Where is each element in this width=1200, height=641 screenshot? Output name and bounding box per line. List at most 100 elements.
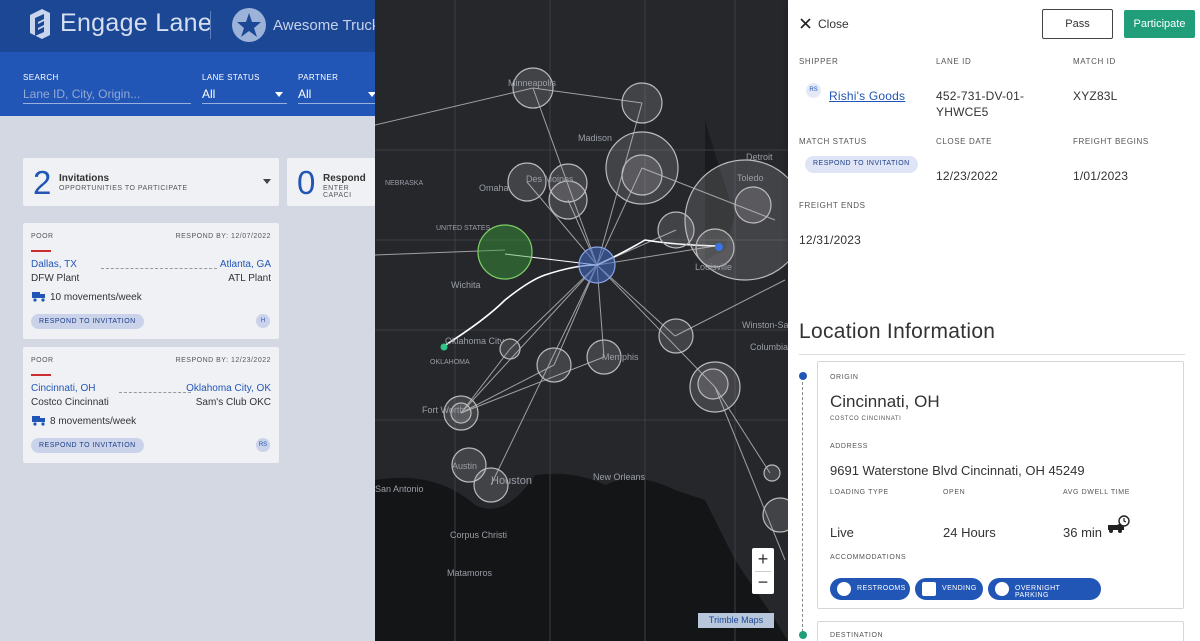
freight-begins-label: FREIGHT BEGINS bbox=[1073, 137, 1149, 146]
match-status-label: MATCH STATUS bbox=[799, 137, 867, 146]
map-label: Omaha bbox=[479, 183, 509, 193]
lane-id-line1: 452-731-DV-01- bbox=[936, 89, 1025, 103]
loading-type: Live bbox=[830, 525, 854, 540]
shipper-label: SHIPPER bbox=[799, 57, 839, 66]
restrooms-badge: RESTROOMS bbox=[830, 578, 910, 600]
open-label: OPEN bbox=[943, 489, 966, 496]
rating-bar bbox=[31, 374, 51, 376]
partner-label: PARTNER bbox=[298, 73, 339, 82]
map-label: Wichita bbox=[451, 280, 481, 290]
freight-begins: 1/01/2023 bbox=[1073, 169, 1129, 183]
map-label: Corpus Christi bbox=[450, 530, 507, 540]
heading-divider bbox=[799, 354, 1185, 355]
map-canvas[interactable]: Minneapolis Madison Detroit Omaha Des Mo… bbox=[375, 0, 788, 641]
map-label: New Orleans bbox=[593, 472, 646, 482]
parking-icon bbox=[995, 582, 1009, 596]
partner-select[interactable]: All bbox=[298, 84, 376, 104]
close-button[interactable]: Close bbox=[800, 16, 860, 32]
engage-lane-logo-icon bbox=[30, 9, 50, 39]
close-icon bbox=[800, 18, 811, 29]
respond-to-invitation-button[interactable]: RESPOND TO INVITATION bbox=[31, 438, 144, 453]
movements: 8 movements/week bbox=[50, 416, 137, 427]
loading-type-label: LOADING TYPE bbox=[830, 489, 889, 496]
restrooms-label: RESTROOMS bbox=[857, 585, 906, 592]
destination-label: DESTINATION bbox=[830, 632, 884, 639]
map-label: Oklahoma City bbox=[445, 336, 505, 346]
origin-city[interactable]: Cincinnati, OH bbox=[31, 383, 95, 394]
header-divider bbox=[210, 11, 211, 39]
origin-site: Costco Cincinnati bbox=[31, 397, 109, 408]
rating: POOR bbox=[31, 233, 54, 240]
address: 9691 Waterstone Blvd Cincinnati, OH 4524… bbox=[830, 463, 1085, 478]
zoom-in-button[interactable]: + bbox=[752, 548, 774, 570]
lane-status-select[interactable]: All bbox=[202, 84, 287, 104]
map-label: Des Moines bbox=[526, 174, 574, 184]
respond-to-invitation-button[interactable]: RESPOND TO INVITATION bbox=[31, 314, 144, 329]
origin-city[interactable]: Dallas, TX bbox=[31, 259, 77, 270]
route-line bbox=[101, 268, 217, 269]
map-label: Houston bbox=[491, 475, 532, 487]
origin-site: COSTCO CINCINNATI bbox=[830, 416, 902, 422]
respond-summary[interactable]: 0 Respond ENTER CAPACI bbox=[287, 158, 375, 206]
star-icon bbox=[237, 13, 261, 37]
zoom-out-button[interactable]: − bbox=[752, 572, 774, 594]
map-label: Winston-Salem bbox=[742, 320, 788, 330]
map-label: OKLAHOMA bbox=[430, 359, 470, 366]
zoom-controls: + − bbox=[752, 548, 774, 594]
lane-detail-panel: Close Pass Participate SHIPPER RS Rishi'… bbox=[788, 0, 1200, 269]
map-label: Toledo bbox=[737, 173, 764, 183]
dwell-time: 36 min bbox=[1063, 525, 1103, 540]
map-label: San Antonio bbox=[375, 484, 424, 494]
map-label: UNITED STATES bbox=[436, 225, 491, 232]
lane-map[interactable]: Minneapolis Madison Detroit Omaha Des Mo… bbox=[375, 0, 788, 641]
accommodations-label: ACCOMMODATIONS bbox=[830, 554, 907, 561]
invitations-count: 2 bbox=[33, 164, 52, 201]
shipper-avatar: RS bbox=[806, 83, 821, 98]
vending-icon bbox=[922, 582, 936, 596]
route-line bbox=[119, 392, 191, 393]
close-date: 12/23/2022 bbox=[936, 169, 999, 183]
invitations-title: Invitations bbox=[59, 173, 110, 184]
app-brand[interactable]: Engage Lane bbox=[60, 9, 212, 38]
dwell-label: AVG DWELL TIME bbox=[1063, 489, 1131, 496]
lane-card[interactable]: POOR RESPOND BY: 12/23/2022 Cincinnati, … bbox=[23, 347, 279, 463]
map-label: Fort Worth bbox=[422, 405, 464, 415]
respond-by: RESPOND BY: 12/23/2022 bbox=[175, 357, 271, 364]
truck-clock-icon bbox=[1108, 515, 1130, 533]
location-heading: Location Information bbox=[799, 320, 996, 343]
truck-icon bbox=[32, 416, 45, 426]
respond-title: Respond bbox=[323, 173, 366, 184]
map-label: Columbia bbox=[750, 342, 788, 352]
avatar: H bbox=[256, 314, 270, 328]
origin-label: ORIGIN bbox=[830, 374, 859, 381]
close-label: Close bbox=[818, 17, 849, 31]
destination-city[interactable]: Atlanta, GA bbox=[220, 259, 271, 270]
origin-card: ORIGIN Cincinnati, OH COSTCO CINCINNATI … bbox=[817, 361, 1184, 609]
freight-ends: 12/31/2023 bbox=[799, 233, 862, 247]
lane-id-label: LANE ID bbox=[936, 57, 972, 66]
lane-status-value: All bbox=[202, 87, 216, 101]
destination-city[interactable]: Oklahoma City, OK bbox=[186, 383, 271, 394]
lane-card[interactable]: POOR RESPOND BY: 12/07/2022 Dallas, TX A… bbox=[23, 223, 279, 339]
vending-label: VENDING bbox=[942, 585, 977, 592]
overnight-parking-label: OVERNIGHT PARKING bbox=[1015, 585, 1061, 599]
shipper-link[interactable]: Rishi's Goods bbox=[829, 89, 905, 103]
respond-subtitle: ENTER CAPACI bbox=[323, 185, 352, 199]
map-label: Louisville bbox=[695, 262, 732, 272]
destination-site: Sam's Club OKC bbox=[195, 397, 271, 408]
search-input[interactable]: Lane ID, City, Origin... bbox=[23, 84, 191, 104]
participate-button[interactable]: Participate bbox=[1124, 10, 1195, 38]
close-date-label: CLOSE DATE bbox=[936, 137, 993, 146]
respond-count: 0 bbox=[297, 164, 316, 201]
invitations-subtitle: OPPORTUNITIES TO PARTICIPATE bbox=[59, 185, 188, 192]
avatar: RS bbox=[256, 438, 270, 452]
rating-bar bbox=[31, 250, 51, 252]
invitations-summary[interactable]: 2 Invitations OPPORTUNITIES TO PARTICIPA… bbox=[23, 158, 279, 206]
origin-city: Cincinnati, OH bbox=[830, 392, 940, 411]
destination-site: ATL Plant bbox=[228, 273, 271, 284]
truck-icon bbox=[32, 292, 45, 302]
map-attribution[interactable]: Trimble Maps bbox=[698, 613, 774, 628]
map-label: Matamoros bbox=[447, 568, 493, 578]
search-label: SEARCH bbox=[23, 73, 59, 82]
pass-button[interactable]: Pass bbox=[1042, 9, 1113, 39]
